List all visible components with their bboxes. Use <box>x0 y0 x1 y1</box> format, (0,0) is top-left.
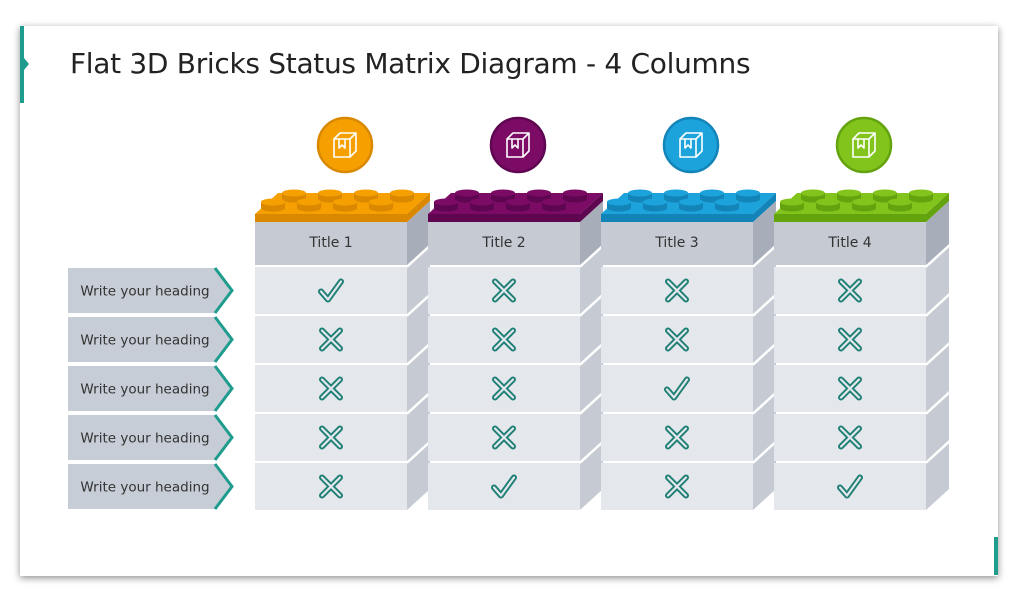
brick-stud <box>780 198 804 212</box>
brick-stud <box>816 198 840 212</box>
brick-stud <box>297 198 321 212</box>
brick-stud <box>888 198 912 212</box>
row-heading-label: Write your heading <box>80 431 209 447</box>
column-header-brick: Title 4 <box>774 189 949 265</box>
row-heading: Write your heading <box>68 316 234 363</box>
brick-stud <box>643 198 667 212</box>
brick-stud <box>715 198 739 212</box>
column-header-brick: Title 1 <box>255 189 430 265</box>
brick-stud <box>470 198 494 212</box>
brick-stud <box>369 198 393 212</box>
column-title: Title 2 <box>481 235 525 251</box>
brick-stud <box>909 189 933 203</box>
column-4: Title 4 <box>774 116 950 510</box>
row-heading-label: Write your heading <box>80 382 209 398</box>
brick-stud <box>679 198 703 212</box>
column-1: Title 1 <box>255 116 431 510</box>
column-header-brick: Title 2 <box>428 189 603 265</box>
column-3: Title 3 <box>601 116 777 510</box>
package-box-icon <box>835 116 893 174</box>
brick-stud <box>506 198 530 212</box>
brick-top-edge <box>255 214 407 222</box>
package-box-icon <box>316 116 374 174</box>
brick-stud <box>390 189 414 203</box>
brick-stud <box>563 189 587 203</box>
column-title: Title 4 <box>827 235 871 251</box>
row-heading: Write your heading <box>68 267 234 314</box>
brick-stud <box>333 198 357 212</box>
column-title: Title 3 <box>654 235 698 251</box>
brick-top-edge <box>774 214 926 222</box>
brick-stud <box>542 198 566 212</box>
row-heading: Write your heading <box>68 414 234 461</box>
column-title: Title 1 <box>308 235 352 251</box>
column-header-brick: Title 3 <box>601 189 776 265</box>
brick-stud <box>261 198 285 212</box>
brick-stud <box>607 198 631 212</box>
brick-stud <box>852 198 876 212</box>
package-box-icon <box>662 116 720 174</box>
row-heading-label: Write your heading <box>80 333 209 349</box>
row-heading: Write your heading <box>68 365 234 412</box>
brick-stud <box>434 198 458 212</box>
row-heading-label: Write your heading <box>80 284 209 300</box>
row-heading: Write your heading <box>68 463 234 510</box>
brick-stud <box>736 189 760 203</box>
brick-top-edge <box>428 214 580 222</box>
brick-top-edge <box>601 214 753 222</box>
status-matrix-diagram: Write your heading Write your heading Writ… <box>68 116 950 510</box>
row-heading-label: Write your heading <box>80 480 209 496</box>
package-box-icon <box>489 116 547 174</box>
column-2: Title 2 <box>428 116 604 510</box>
